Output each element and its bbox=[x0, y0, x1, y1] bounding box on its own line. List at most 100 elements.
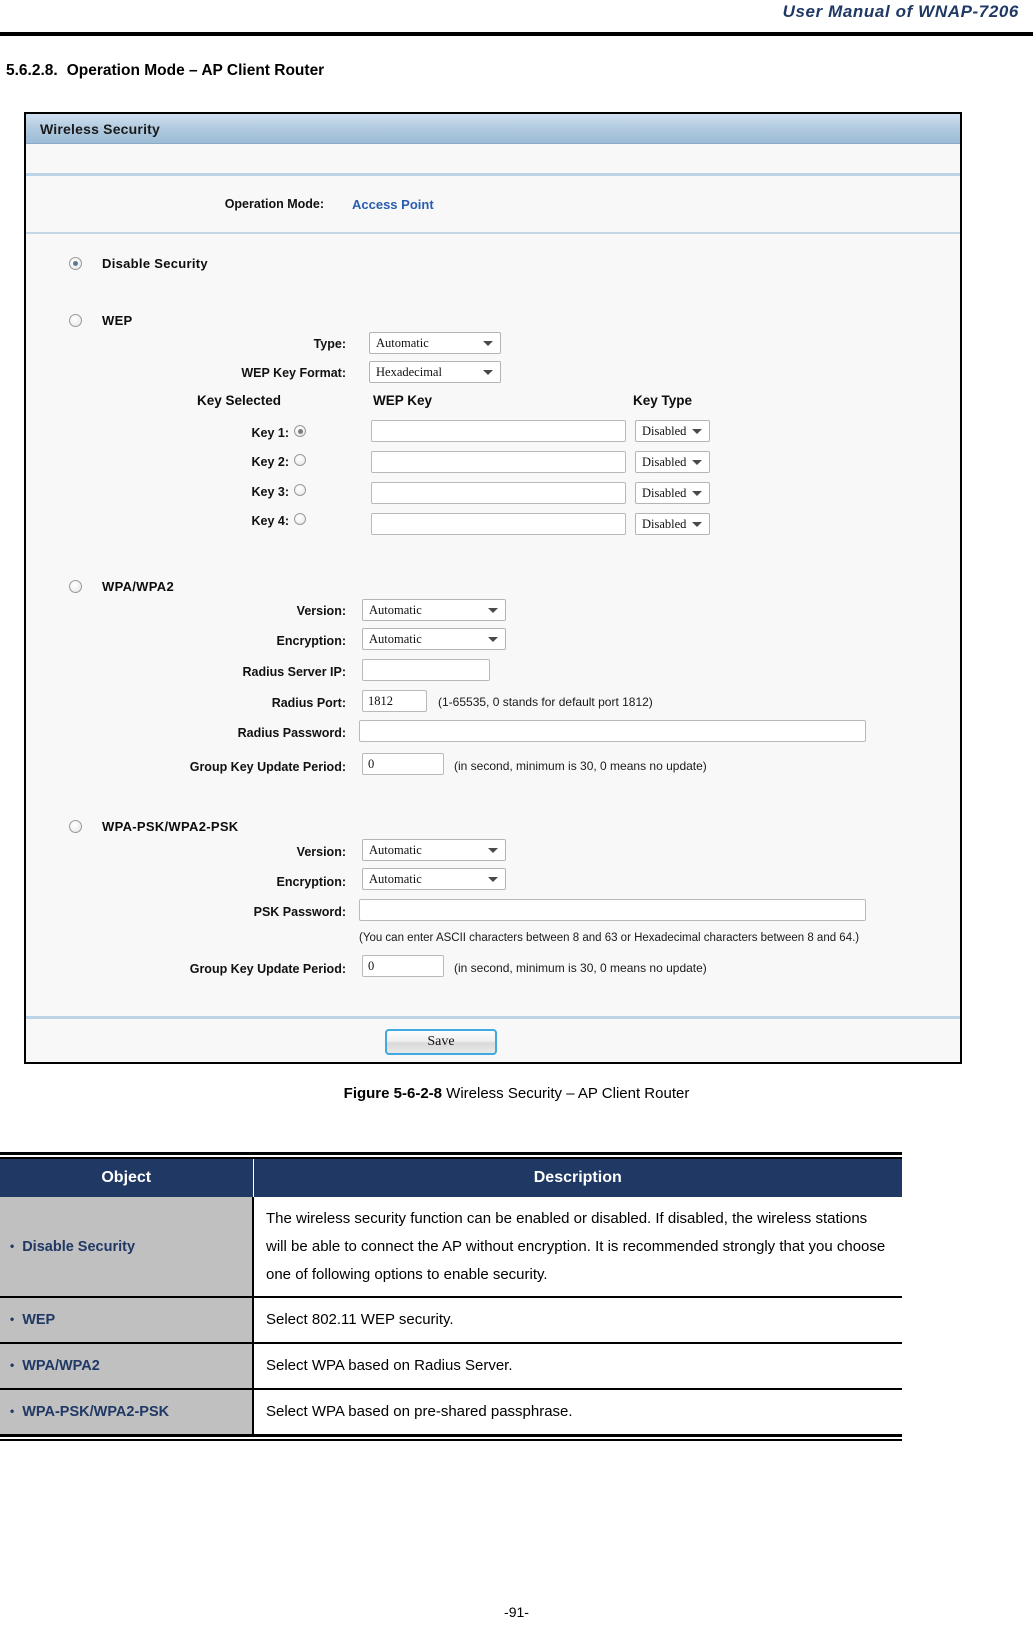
manual-title: User Manual of WNAP-7206 bbox=[782, 2, 1019, 21]
wep-type-label: Type: bbox=[313, 337, 346, 351]
key-type-3-value: Disabled bbox=[642, 485, 687, 500]
table-cell-object: • WEP bbox=[0, 1297, 254, 1344]
object-name: WEP bbox=[22, 1312, 56, 1329]
panel-spacer-row bbox=[26, 144, 960, 176]
psk-version-value: Automatic bbox=[369, 842, 422, 857]
psk-password-input[interactable] bbox=[359, 899, 866, 921]
chevron-down-icon bbox=[692, 460, 702, 465]
radius-password-input[interactable] bbox=[359, 720, 866, 742]
key-type-2-value: Disabled bbox=[642, 454, 687, 469]
table-cell-description: Select WPA based on pre-shared passphras… bbox=[253, 1388, 902, 1434]
wireless-security-panel: Wireless Security Operation Mode: Access… bbox=[24, 112, 962, 1064]
wep-key-2-input[interactable] bbox=[371, 451, 626, 473]
option-disable-security[interactable]: Disable Security bbox=[69, 256, 208, 271]
wpa-version-label: Version: bbox=[296, 604, 346, 618]
operation-mode-row: Operation Mode: Access Point bbox=[26, 176, 960, 234]
psk-password-hint: (You can enter ASCII characters between … bbox=[359, 932, 860, 944]
panel-body: Disable Security WEP Type: Automatic WEP… bbox=[26, 234, 960, 1062]
option-wep[interactable]: WEP bbox=[69, 313, 133, 328]
key-type-4-value: Disabled bbox=[642, 516, 687, 531]
wep-key-format-label: WEP Key Format: bbox=[241, 366, 346, 380]
chevron-down-icon bbox=[483, 341, 493, 346]
radio-disable-security[interactable] bbox=[69, 257, 82, 270]
radius-password-label: Radius Password: bbox=[237, 726, 346, 740]
key-2-label: Key 2: bbox=[251, 455, 289, 469]
wep-type-select[interactable]: Automatic bbox=[369, 332, 501, 354]
object-description-table: Object Description • Disable Security The… bbox=[0, 1152, 902, 1441]
radius-port-label: Radius Port: bbox=[271, 696, 346, 710]
radio-key-2[interactable] bbox=[294, 454, 306, 466]
option-wpa-wpa2[interactable]: WPA/WPA2 bbox=[69, 579, 174, 594]
key-3-label: Key 3: bbox=[251, 485, 289, 499]
header-divider bbox=[0, 32, 1033, 36]
table-header-row: Object Description bbox=[0, 1159, 902, 1197]
radio-wep[interactable] bbox=[69, 314, 82, 327]
table-header-description: Description bbox=[253, 1159, 902, 1197]
radio-key-1[interactable] bbox=[294, 425, 306, 437]
wpa-encryption-value: Automatic bbox=[369, 631, 422, 646]
chevron-down-icon bbox=[488, 637, 498, 642]
table-bottom-rule-2 bbox=[0, 1438, 902, 1441]
radio-key-4[interactable] bbox=[294, 513, 306, 525]
table-row: • WPA/WPA2 Select WPA based on Radius Ser… bbox=[0, 1343, 902, 1390]
page-number: -91- bbox=[504, 1604, 529, 1620]
radio-wpa-wpa2[interactable] bbox=[69, 580, 82, 593]
chevron-down-icon bbox=[692, 522, 702, 527]
operation-mode-value: Access Point bbox=[352, 196, 434, 212]
chevron-down-icon bbox=[488, 877, 498, 882]
radius-port-input[interactable]: 1812 bbox=[362, 690, 427, 712]
option-wpa-psk[interactable]: WPA-PSK/WPA2-PSK bbox=[69, 819, 239, 834]
save-button[interactable]: Save bbox=[385, 1029, 497, 1055]
wpa-version-select[interactable]: Automatic bbox=[362, 599, 506, 621]
wpa-group-key-label: Group Key Update Period: bbox=[189, 760, 346, 774]
chevron-down-icon bbox=[483, 370, 493, 375]
radio-wpa-psk[interactable] bbox=[69, 820, 82, 833]
panel-footer-divider bbox=[26, 1016, 960, 1019]
wpa-version-value: Automatic bbox=[369, 602, 422, 617]
psk-encryption-select[interactable]: Automatic bbox=[362, 868, 506, 890]
section-number: 5.6.2.8. bbox=[6, 62, 58, 79]
object-name: WPA/WPA2 bbox=[22, 1357, 100, 1374]
table-top-rule bbox=[0, 1152, 902, 1155]
wpa-encryption-label: Encryption: bbox=[276, 634, 346, 648]
bullet-icon: • bbox=[10, 1238, 15, 1253]
key-type-4-select[interactable]: Disabled bbox=[635, 513, 710, 535]
table-row: • WPA-PSK/WPA2-PSK Select WPA based on pr… bbox=[0, 1388, 902, 1434]
option-label-wpa-wpa2: WPA/WPA2 bbox=[102, 579, 174, 594]
wep-key-format-select[interactable]: Hexadecimal bbox=[369, 361, 501, 383]
section-title: Operation Mode – AP Client Router bbox=[66, 62, 325, 79]
wep-key-4-input[interactable] bbox=[371, 513, 626, 535]
wpa-group-key-hint: (in second, minimum is 30, 0 means no up… bbox=[454, 759, 707, 773]
key-type-1-select[interactable]: Disabled bbox=[635, 420, 710, 442]
option-label-disable-security: Disable Security bbox=[102, 256, 208, 271]
radio-key-3[interactable] bbox=[294, 484, 306, 496]
table-header-object: Object bbox=[0, 1159, 254, 1197]
key-type-3-select[interactable]: Disabled bbox=[635, 482, 710, 504]
psk-group-key-input[interactable]: 0 bbox=[362, 955, 444, 977]
table-cell-object: • WPA-PSK/WPA2-PSK bbox=[0, 1388, 254, 1434]
key-1-label: Key 1: bbox=[251, 426, 289, 440]
bullet-icon: • bbox=[10, 1403, 15, 1418]
chevron-down-icon bbox=[488, 608, 498, 613]
psk-group-key-hint: (in second, minimum is 30, 0 means no up… bbox=[454, 961, 707, 975]
table-cell-object: • WPA/WPA2 bbox=[0, 1343, 254, 1390]
wpa-group-key-input[interactable]: 0 bbox=[362, 753, 444, 775]
psk-group-key-label: Group Key Update Period: bbox=[189, 962, 346, 976]
radius-server-ip-input[interactable] bbox=[362, 659, 490, 681]
psk-password-label: PSK Password: bbox=[253, 905, 346, 919]
psk-version-select[interactable]: Automatic bbox=[362, 839, 506, 861]
wpa-group-key-value: 0 bbox=[368, 756, 375, 771]
wep-key-1-input[interactable] bbox=[371, 420, 626, 442]
option-label-wpa-psk: WPA-PSK/WPA2-PSK bbox=[102, 819, 239, 834]
col-header-key-type: Key Type bbox=[633, 393, 693, 408]
table-cell-object: • Disable Security bbox=[0, 1197, 254, 1299]
wpa-encryption-select[interactable]: Automatic bbox=[362, 628, 506, 650]
psk-group-key-value: 0 bbox=[368, 958, 375, 973]
wep-key-format-value: Hexadecimal bbox=[376, 364, 442, 379]
figure-caption-text: Wireless Security – AP Client Router bbox=[442, 1085, 690, 1102]
figure-caption: Figure 5-6-2-8 Wireless Security – AP Cl… bbox=[0, 1085, 1033, 1102]
key-type-2-select[interactable]: Disabled bbox=[635, 451, 710, 473]
wep-key-3-input[interactable] bbox=[371, 482, 626, 504]
table-row: • Disable Security The wireless security … bbox=[0, 1197, 902, 1299]
psk-version-label: Version: bbox=[296, 845, 346, 859]
